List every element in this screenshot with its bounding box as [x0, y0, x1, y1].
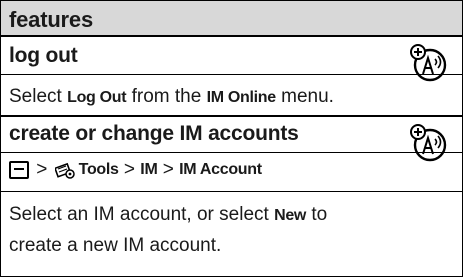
menu-item-log-out: Log Out: [67, 89, 127, 106]
text-fragment: Select: [9, 86, 68, 107]
network-service-icon: [409, 43, 451, 85]
section-title-text: log out: [9, 44, 78, 67]
im-account-instruction-line1: Select an IM account, or select New to: [9, 204, 327, 226]
menu-im-online: IM Online: [206, 89, 277, 106]
table-header: features: [1, 1, 462, 37]
path-divider: [1, 191, 462, 192]
path-separator: >: [118, 159, 141, 180]
text-fragment: Select an IM account, or select: [9, 204, 275, 225]
menu-im-account: IM Account: [179, 161, 262, 178]
section-title-log-out: log out: [1, 39, 462, 75]
header-title: features: [9, 7, 93, 32]
path-separator: >: [157, 159, 180, 180]
menu-path: > Tools > IM > IM Account: [9, 159, 262, 181]
menu-item-new: New: [274, 207, 307, 224]
menu-im: IM: [140, 161, 158, 178]
section-title-create-im-accounts: create or change IM accounts: [1, 117, 462, 153]
path-separator: >: [31, 159, 53, 180]
im-account-instruction-line2: create a new IM account.: [9, 235, 222, 256]
tools-icon: [53, 161, 75, 179]
text-fragment: to: [306, 204, 328, 225]
menu-key-icon: [9, 161, 29, 179]
text-fragment: from the: [126, 86, 207, 107]
menu-tools: Tools: [78, 161, 119, 178]
feature-table: features log out Select Log Out from the…: [0, 0, 463, 277]
network-service-icon: [409, 123, 451, 165]
text-fragment: menu.: [275, 86, 334, 107]
log-out-instruction: Select Log Out from the IM Online menu.: [9, 86, 334, 108]
section-title-text: create or change IM accounts: [9, 122, 299, 145]
